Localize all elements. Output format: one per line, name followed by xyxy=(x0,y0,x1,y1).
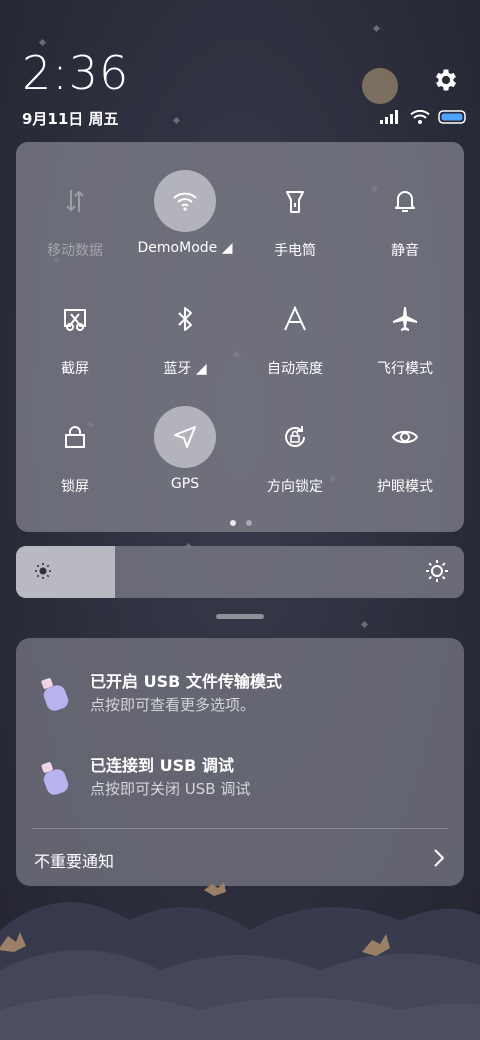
usb-icon xyxy=(41,678,69,711)
star-decoration xyxy=(172,116,181,125)
tile-label: 手电筒 xyxy=(274,243,316,259)
tile-icon-wrap xyxy=(154,406,216,468)
page-dot-active xyxy=(230,520,236,526)
tile-icon-wrap xyxy=(154,170,216,232)
lock-icon xyxy=(65,426,85,448)
tile-auto-brightness[interactable]: 自动亮度 xyxy=(240,288,350,398)
tile-icon-wrap xyxy=(264,406,326,468)
tile-rotation-lock[interactable]: 方向锁定 xyxy=(240,406,350,516)
tile-silent[interactable]: 静音 xyxy=(350,170,460,280)
wifi-icon xyxy=(410,110,430,124)
tile-lock-screen[interactable]: 锁屏 xyxy=(20,406,130,516)
notification-title: 已开启 USB 文件传输模式 xyxy=(90,672,282,691)
tile-label: 护眼模式 xyxy=(377,479,433,495)
screenshot-icon xyxy=(64,309,86,331)
page-dot xyxy=(246,520,252,526)
eye-icon xyxy=(391,430,419,444)
divider xyxy=(32,828,448,829)
notification-text: 点按即可查看更多选项。 xyxy=(90,696,256,714)
tile-icon-wrap xyxy=(44,288,106,350)
star-decoration xyxy=(360,620,369,629)
tile-label: 自动亮度 xyxy=(267,361,323,377)
wifi-icon xyxy=(173,192,197,211)
sun-small-icon xyxy=(35,563,51,579)
notification-usb-transfer[interactable]: 已开启 USB 文件传输模式 点按即可查看更多选项。 xyxy=(16,668,464,728)
flashlight-icon xyxy=(286,191,304,213)
tile-label: GPS xyxy=(170,476,200,492)
tile-label: DemoMode ◢ xyxy=(137,240,233,256)
gear-icon[interactable] xyxy=(432,66,460,94)
tile-icon-wrap xyxy=(264,170,326,232)
tile-label: 蓝牙 ◢ xyxy=(163,361,207,377)
drag-handle[interactable] xyxy=(216,614,264,619)
bell-icon xyxy=(395,191,415,212)
notification-title: 已连接到 USB 调试 xyxy=(90,756,234,775)
tile-icon-wrap xyxy=(374,170,436,232)
usb-icon xyxy=(41,762,69,795)
hills-decoration xyxy=(0,882,480,1040)
tile-eye-care[interactable]: 护眼模式 xyxy=(350,406,460,516)
quick-settings-panel: 移动数据 DemoMode ◢ 手电筒 静音 截屏 蓝牙 ◢ 自动亮度 飞行模式… xyxy=(16,142,464,532)
moon-decoration xyxy=(362,68,398,104)
tile-icon-wrap xyxy=(44,170,106,232)
tile-icon-wrap xyxy=(264,288,326,350)
tile-mobile-data[interactable]: 移动数据 xyxy=(20,170,130,280)
star-decoration xyxy=(372,24,381,33)
bluetooth-icon xyxy=(178,307,192,331)
tile-label: 截屏 xyxy=(61,361,89,377)
tile-icon-wrap xyxy=(374,288,436,350)
notification-text: 点按即可关闭 USB 调试 xyxy=(90,780,251,798)
tile-label: 飞行模式 xyxy=(377,361,433,377)
tile-airplane[interactable]: 飞行模式 xyxy=(350,288,460,398)
tile-icon-wrap xyxy=(374,406,436,468)
tile-screenshot[interactable]: 截屏 xyxy=(20,288,130,398)
battery-icon xyxy=(438,110,466,124)
tile-gps[interactable]: GPS xyxy=(130,406,240,516)
notification-panel: 已开启 USB 文件传输模式 点按即可查看更多选项。 已连接到 USB 调试 点… xyxy=(16,638,464,886)
tile-label: 移动数据 xyxy=(47,243,103,259)
mobile-data-icon xyxy=(66,190,84,212)
clock-time: 2:36 xyxy=(22,46,130,100)
location-arrow-icon xyxy=(174,426,196,448)
auto-brightness-icon xyxy=(284,306,306,331)
rotation-lock-icon xyxy=(285,426,305,447)
tile-label: 静音 xyxy=(391,243,419,259)
tile-label: 方向锁定 xyxy=(267,479,323,495)
tile-label: 锁屏 xyxy=(61,479,89,495)
tile-bluetooth[interactable]: 蓝牙 ◢ xyxy=(130,288,240,398)
tile-icon-wrap xyxy=(44,406,106,468)
date-label: 9月11日 周五 xyxy=(22,110,119,128)
tile-wifi[interactable]: DemoMode ◢ xyxy=(130,170,240,280)
signal-icon xyxy=(380,110,398,124)
airplane-icon xyxy=(393,307,417,331)
brightness-fill xyxy=(16,546,115,598)
brightness-slider[interactable] xyxy=(16,546,464,598)
notification-usb-debugging[interactable]: 已连接到 USB 调试 点按即可关闭 USB 调试 xyxy=(16,752,464,812)
page-indicator xyxy=(230,520,252,526)
sun-large-icon xyxy=(426,560,448,582)
tile-flashlight[interactable]: 手电筒 xyxy=(240,170,350,280)
star-decoration xyxy=(38,38,47,47)
status-icons xyxy=(380,110,468,124)
tile-icon-wrap xyxy=(154,288,216,350)
